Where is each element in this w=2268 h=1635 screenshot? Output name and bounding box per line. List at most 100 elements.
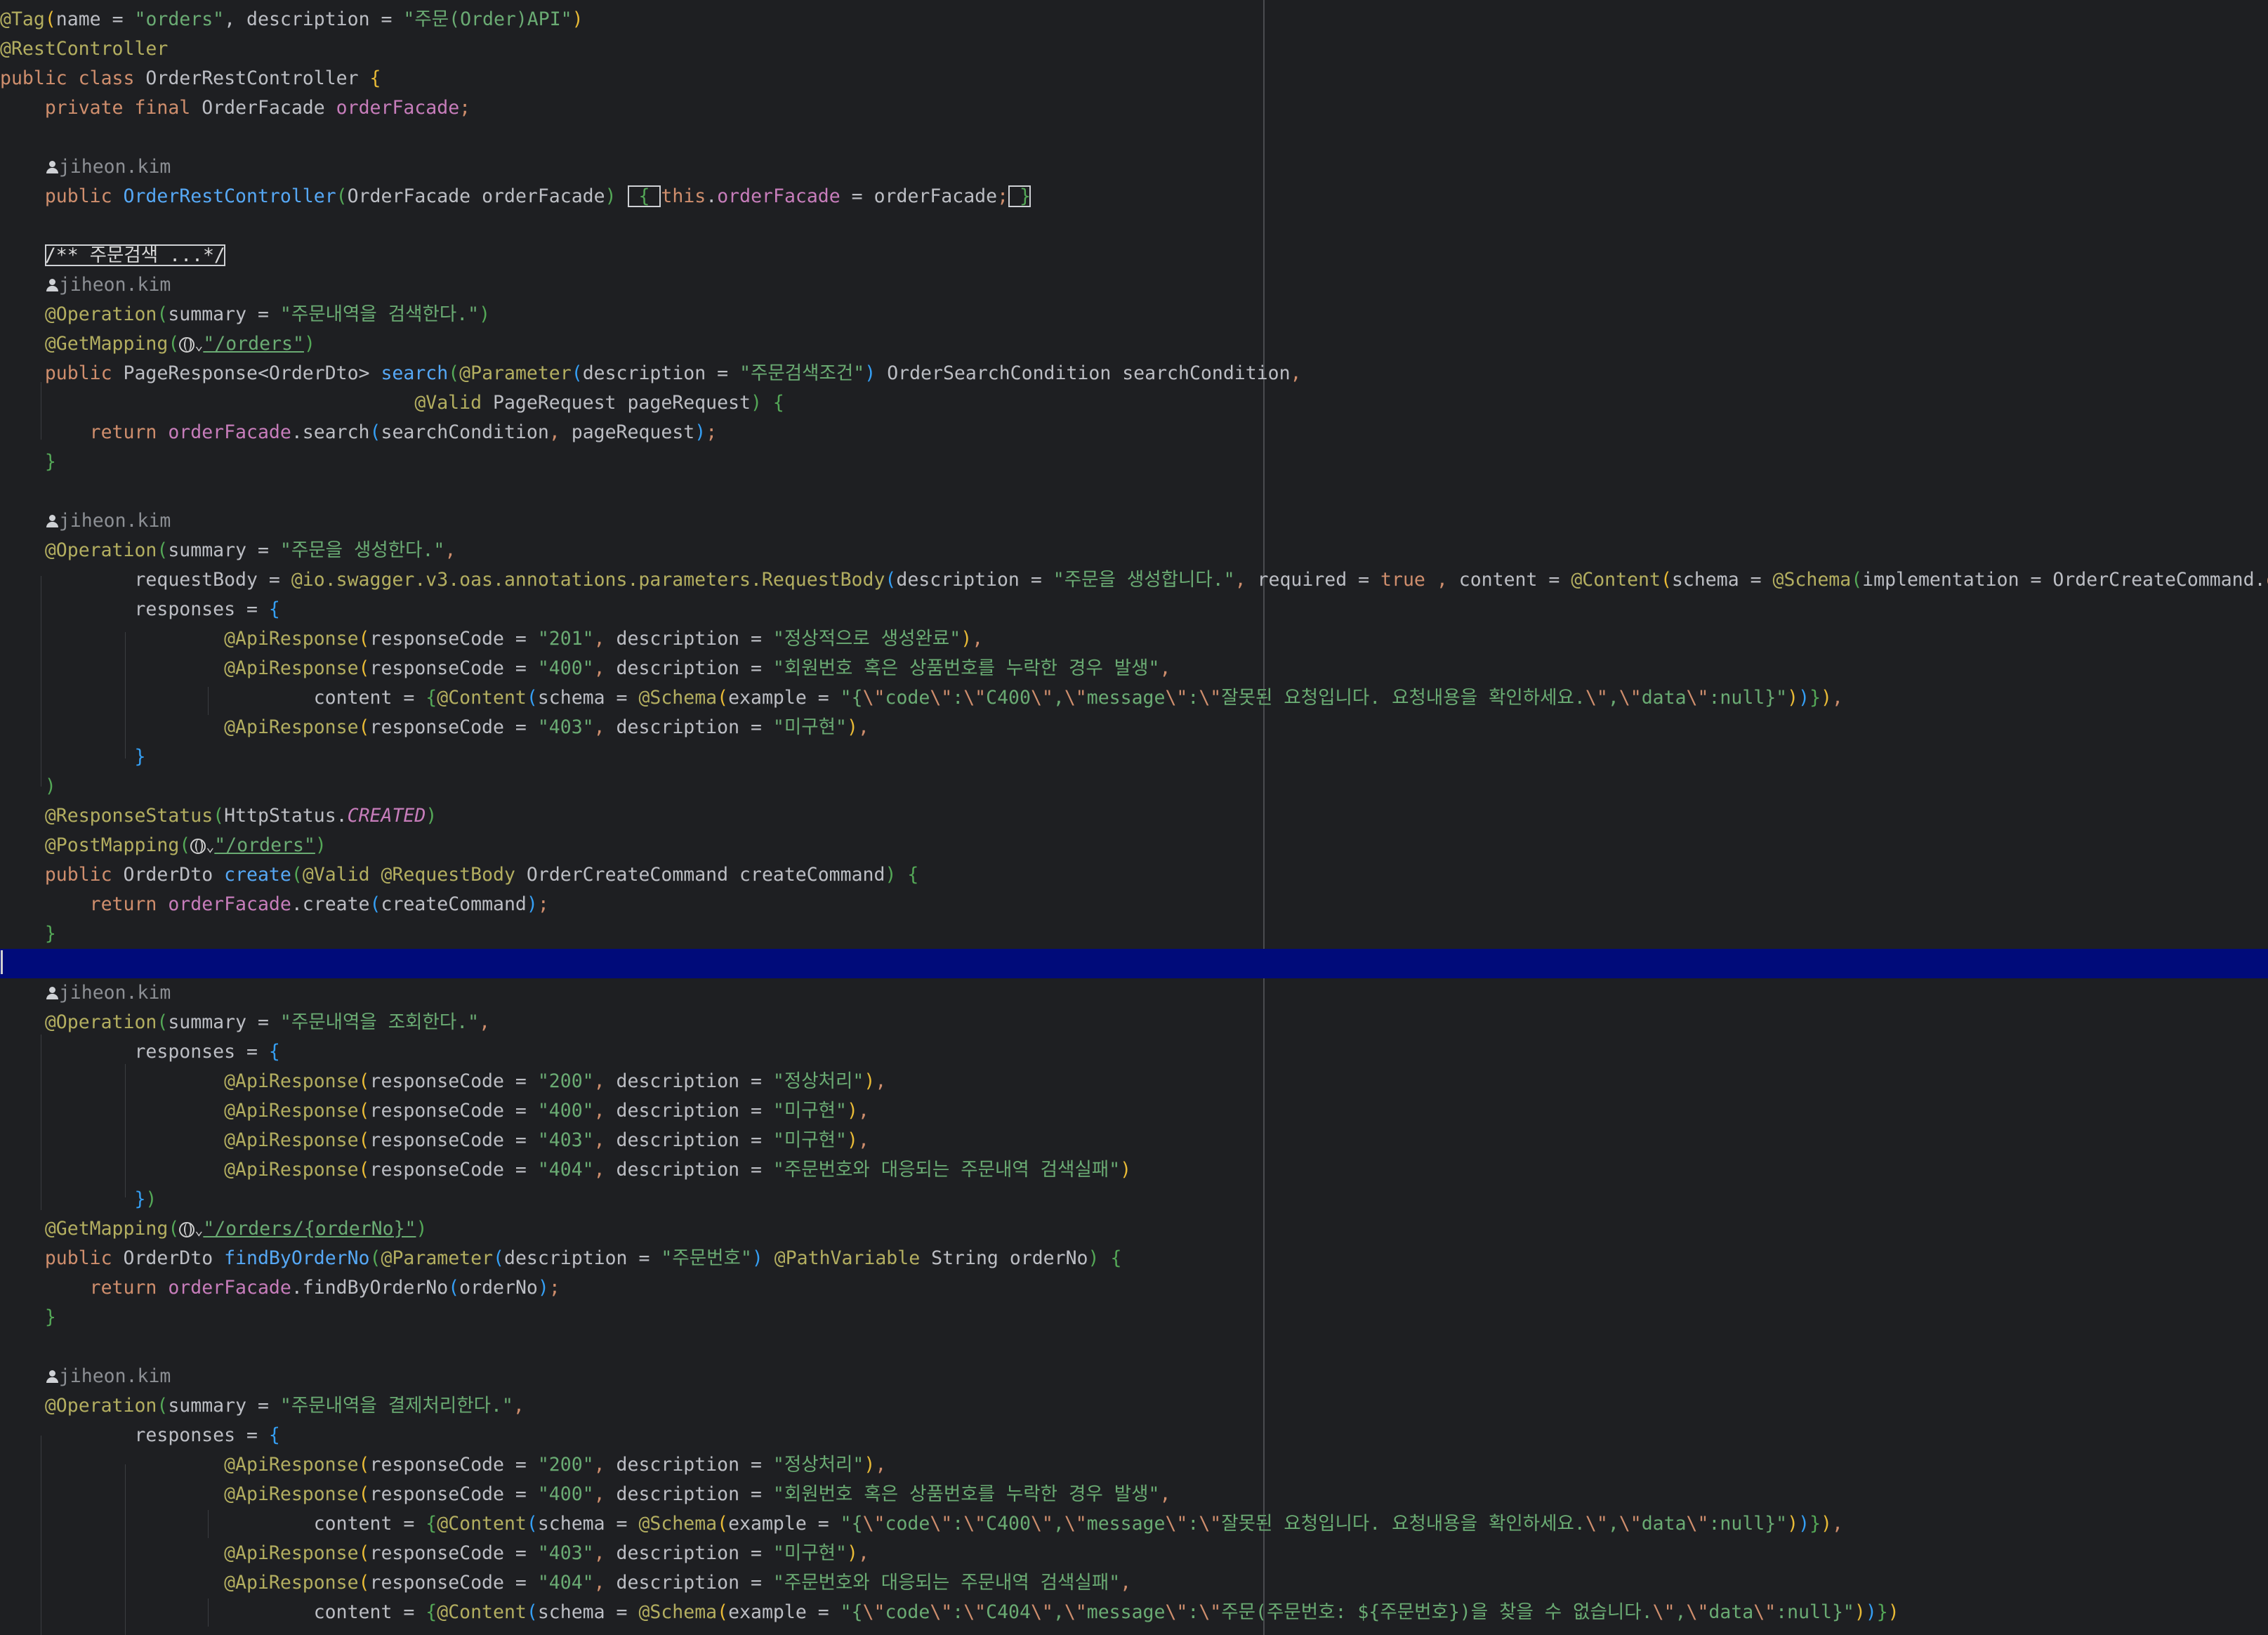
url-path[interactable]: "/orders" <box>214 834 315 856</box>
string-literal: "주문내역을 검색한다." <box>279 303 480 325</box>
string-literal: "400" <box>537 1483 594 1505</box>
string-literal: "주문(Order)API" <box>403 8 572 30</box>
code-line[interactable]: } <box>0 919 2268 949</box>
code-line[interactable]: responses = { <box>0 1421 2268 1450</box>
code-line[interactable]: @ApiResponse(responseCode = "400", descr… <box>0 1480 2268 1509</box>
string-literal: "주문검색조건" <box>739 362 865 384</box>
code-line[interactable]: ) <box>0 772 2268 801</box>
string-literal: "미구현" <box>772 1129 847 1151</box>
code-line[interactable]: return orderFacade.search(searchConditio… <box>0 418 2268 447</box>
code-line[interactable]: public PageResponse<OrderDto> search(@Pa… <box>0 359 2268 388</box>
string-literal: "400" <box>537 657 594 679</box>
code-line[interactable]: @PostMapping(⌄"/orders") <box>0 831 2268 860</box>
string-literal: "200" <box>537 1070 594 1092</box>
author-hint[interactable]: jiheon.kim <box>0 1362 2268 1391</box>
field-name: orderFacade <box>336 97 460 119</box>
chevron-down-icon[interactable]: ⌄ <box>195 1221 203 1238</box>
code-line[interactable]: @ApiResponse(responseCode = "404", descr… <box>0 1568 2268 1598</box>
author-hint[interactable]: jiheon.kim <box>0 978 2268 1008</box>
code-line[interactable]: content = {@Content(schema = @Schema(exa… <box>0 1509 2268 1539</box>
author-name: jiheon.kim <box>58 156 171 178</box>
code-line[interactable]: } <box>0 742 2268 772</box>
string-literal: "주문내역을 조회한다." <box>279 1011 480 1033</box>
string-literal: 주문(주문번호: ${주문번호})을 찾을 수 없습니다. <box>1221 1601 1653 1623</box>
code-line[interactable]: } <box>0 447 2268 477</box>
string-literal: "회원번호 혹은 상품번호를 누락한 경우 발생" <box>772 657 1160 679</box>
type-name: OrderFacade <box>202 97 325 119</box>
code-line[interactable]: return orderFacade.create(createCommand)… <box>0 890 2268 919</box>
code-line[interactable]: @ApiResponse(responseCode = "201", descr… <box>0 624 2268 654</box>
code-line[interactable]: @ApiResponse(responseCode = "200", descr… <box>0 1450 2268 1480</box>
code-line[interactable]: content = {@Content(schema = @Schema(exa… <box>0 683 2268 713</box>
code-line[interactable]: public OrderRestController(OrderFacade o… <box>0 182 2268 211</box>
code-line[interactable]: @ApiResponse(responseCode = "404", descr… <box>0 1155 2268 1185</box>
code-line[interactable]: @Operation(summary = "주문을 생성한다.", <box>0 536 2268 565</box>
url-path[interactable]: "/orders" <box>203 333 304 355</box>
globe-icon[interactable] <box>190 839 206 854</box>
code-line[interactable]: @Tag(name = "orders", description = "주문(… <box>0 5 2268 34</box>
code-line[interactable]: @ApiResponse(responseCode = "403", descr… <box>0 1126 2268 1155</box>
code-line[interactable]: @ApiResponse(responseCode = "400", descr… <box>0 654 2268 683</box>
string-literal: "200" <box>537 1454 594 1476</box>
class-name: OrderRestController <box>145 67 359 89</box>
code-line[interactable]: @Operation(summary = "주문내역을 결제처리한다.", <box>0 1391 2268 1421</box>
author-hint[interactable]: jiheon.kim <box>0 270 2268 300</box>
string-literal: "주문번호" <box>661 1247 752 1269</box>
author-name: jiheon.kim <box>58 1365 171 1387</box>
code-line[interactable]: }) <box>0 1185 2268 1214</box>
text-caret <box>1 950 3 974</box>
author-name: jiheon.kim <box>58 274 171 296</box>
chevron-down-icon[interactable]: ⌄ <box>195 336 203 353</box>
code-line[interactable]: @ApiResponse(responseCode = "403", descr… <box>0 1539 2268 1568</box>
string-literal: "미구현" <box>772 716 847 738</box>
code-line[interactable]: /** 주문검색 ...*/ <box>0 241 2268 270</box>
globe-icon[interactable] <box>179 1222 195 1237</box>
chevron-down-icon[interactable]: ⌄ <box>206 838 214 855</box>
code-line[interactable]: public OrderDto create(@Valid @RequestBo… <box>0 860 2268 890</box>
code-line[interactable]: responses = { <box>0 595 2268 624</box>
code-line[interactable]: content = {@Content(schema = @Schema(exa… <box>0 1598 2268 1627</box>
code-line[interactable]: @ApiResponse(responseCode = "400", descr… <box>0 1096 2268 1126</box>
url-path[interactable]: "/orders/{orderNo}" <box>203 1218 416 1240</box>
code-line[interactable]: return orderFacade.findByOrderNo(orderNo… <box>0 1273 2268 1303</box>
string-literal: "주문번호와 대응되는 주문내역 검색실패" <box>772 1572 1121 1594</box>
code-line[interactable]: } <box>0 1303 2268 1332</box>
code-line[interactable]: @Operation(summary = "주문내역을 검색한다.") <box>0 300 2268 329</box>
string-literal: "주문을 생성한다." <box>279 539 445 561</box>
string-literal: "정상적으로 생성완료" <box>772 628 961 650</box>
string-literal: "주문번호와 대응되는 주문내역 검색실패" <box>772 1159 1121 1181</box>
code-line[interactable]: @RestController <box>0 34 2268 64</box>
code-line[interactable]: public OrderDto findByOrderNo(@Parameter… <box>0 1244 2268 1273</box>
code-line[interactable]: @Operation(summary = "주문내역을 조회한다.", <box>0 1008 2268 1037</box>
code-line[interactable]: public class OrderRestController { <box>0 64 2268 93</box>
folded-comment[interactable]: /** 주문검색 ...*/ <box>44 244 225 266</box>
code-line[interactable]: responses = { <box>0 1037 2268 1067</box>
string-literal: "주문을 생성합니다." <box>1053 569 1235 591</box>
folded-block[interactable]: } <box>1008 185 1031 207</box>
person-icon <box>45 986 59 1000</box>
string-literal: "404" <box>537 1572 594 1594</box>
string-literal: "400" <box>537 1100 594 1122</box>
person-icon <box>45 160 59 174</box>
author-name: jiheon.kim <box>58 982 171 1004</box>
author-hint[interactable]: jiheon.kim <box>0 506 2268 536</box>
code-line[interactable]: private final OrderFacade orderFacade; <box>0 93 2268 123</box>
code-line[interactable]: @GetMapping(⌄"/orders") <box>0 329 2268 359</box>
code-line[interactable]: requestBody = @io.swagger.v3.oas.annotat… <box>0 565 2268 595</box>
string-literal: "정상처리" <box>772 1070 864 1092</box>
code-line[interactable]: @GetMapping(⌄"/orders/{orderNo}") <box>0 1214 2268 1244</box>
folded-block[interactable]: { <box>627 185 661 207</box>
author-name: jiheon.kim <box>58 510 171 532</box>
string-literal: "주문내역을 결제처리한다." <box>279 1395 513 1417</box>
string-literal: "회원번호 혹은 상품번호를 누락한 경우 발생" <box>772 1483 1160 1505</box>
globe-icon[interactable] <box>179 337 195 353</box>
author-hint[interactable]: jiheon.kim <box>0 152 2268 182</box>
code-line[interactable]: @ResponseStatus(HttpStatus.CREATED) <box>0 801 2268 831</box>
current-line-highlight[interactable] <box>0 949 2268 978</box>
person-icon <box>45 1370 59 1384</box>
string-literal: "404" <box>537 1159 594 1181</box>
code-line[interactable]: @ApiResponse(responseCode = "200", descr… <box>0 1067 2268 1096</box>
code-line[interactable]: @Valid PageRequest pageRequest) { <box>0 388 2268 418</box>
code-line[interactable]: @ApiResponse(responseCode = "403", descr… <box>0 713 2268 742</box>
code-editor[interactable]: @Tag(name = "orders", description = "주문(… <box>0 0 2268 1635</box>
